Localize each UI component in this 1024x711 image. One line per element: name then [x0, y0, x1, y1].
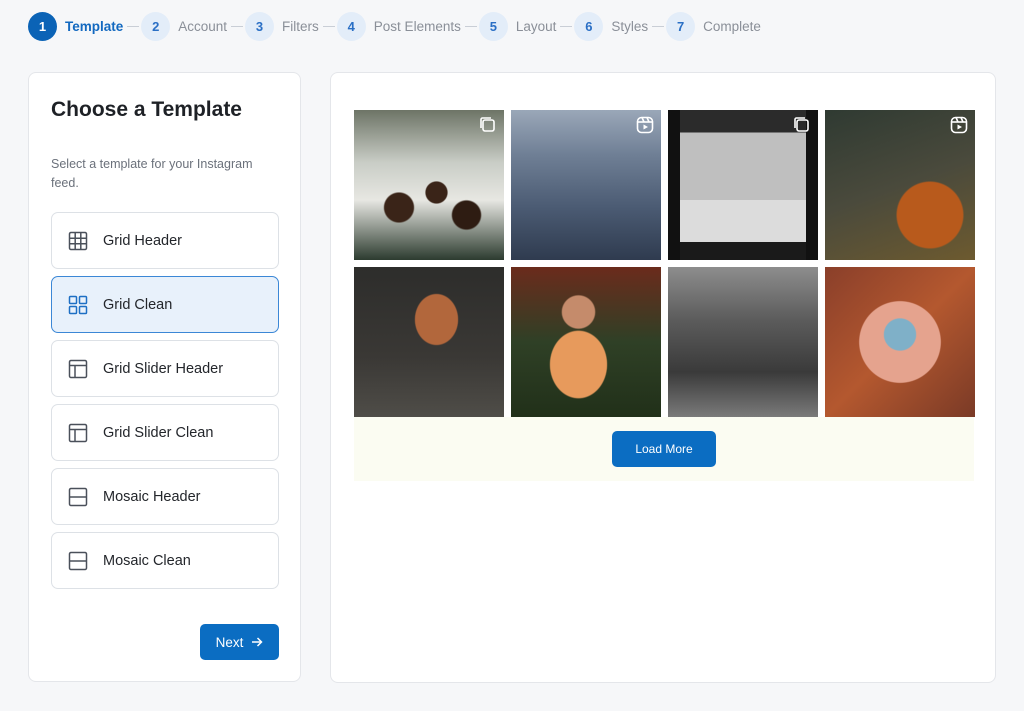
step-layout[interactable]: 5 Layout [478, 11, 557, 41]
layout-sidebar-icon [68, 423, 88, 443]
reels-icon [950, 116, 968, 134]
feed-preview-panel: Load More [330, 72, 996, 683]
template-option-label: Grid Clean [103, 296, 173, 313]
template-option-mosaic-clean[interactable]: Mosaic Clean [51, 532, 279, 589]
step-label: Complete [703, 18, 761, 34]
step-account[interactable]: 2 Account [141, 11, 228, 41]
feed-post-image[interactable] [825, 110, 975, 260]
template-option-grid-slider-header[interactable]: Grid Slider Header [51, 340, 279, 397]
template-option-label: Mosaic Clean [103, 552, 191, 569]
step-number: 3 [245, 11, 275, 41]
load-more-area: Load More [354, 417, 974, 481]
step-label: Layout [515, 18, 557, 34]
wizard-stepper: 1 Template 2 Account 3 Filters 4 Post El… [28, 11, 761, 41]
rows-icon [68, 487, 88, 507]
step-separator [652, 25, 665, 27]
step-number: 7 [666, 11, 696, 41]
feed-post-image[interactable] [511, 110, 661, 260]
layout-sidebar-icon [68, 359, 88, 379]
step-separator [560, 25, 573, 27]
step-complete[interactable]: 7 Complete [666, 11, 761, 41]
step-label: Account [178, 18, 228, 34]
instagram-feed-preview: Load More [354, 110, 975, 481]
template-panel: Choose a Template Select a template for … [28, 72, 301, 682]
template-option-label: Mosaic Header [103, 488, 201, 505]
feed-post-image[interactable] [825, 267, 975, 417]
carousel-icon [794, 117, 809, 132]
step-label: Post Elements [373, 18, 461, 34]
next-button-label: Next [215, 634, 244, 650]
step-separator [464, 25, 477, 27]
page-title: Choose a Template [51, 98, 242, 121]
step-number: 6 [574, 11, 604, 41]
load-more-button[interactable]: Load More [612, 431, 716, 467]
step-separator [231, 25, 244, 27]
feed-post-image[interactable] [354, 110, 504, 260]
carousel-icon [480, 117, 495, 132]
next-button[interactable]: Next [200, 624, 279, 660]
rows-icon [68, 551, 88, 571]
step-number: 1 [28, 11, 57, 41]
template-option-grid-clean[interactable]: Grid Clean [51, 276, 279, 333]
step-template[interactable]: 1 Template [28, 11, 124, 41]
feed-post-image[interactable] [511, 267, 661, 417]
step-styles[interactable]: 6 Styles [574, 11, 649, 41]
reels-icon [636, 116, 654, 134]
grid-9-icon [68, 231, 88, 251]
template-option-label: Grid Header [103, 232, 182, 249]
feed-post-image[interactable] [354, 267, 504, 417]
step-separator [127, 25, 140, 27]
step-separator [322, 25, 335, 27]
template-option-label: Grid Slider Clean [103, 424, 214, 441]
step-number: 4 [336, 11, 366, 41]
template-option-label: Grid Slider Header [103, 360, 224, 377]
feed-grid [354, 110, 975, 417]
step-number: 5 [478, 11, 508, 41]
feed-post-image[interactable] [668, 267, 818, 417]
feed-post-image[interactable] [668, 110, 818, 260]
template-list: Grid Header Grid Clean Grid Slider Heade… [51, 212, 279, 596]
step-number: 2 [141, 11, 171, 41]
grid-4-icon [68, 295, 88, 315]
template-option-grid-slider-clean[interactable]: Grid Slider Clean [51, 404, 279, 461]
step-filters[interactable]: 3 Filters [245, 11, 319, 41]
step-label: Styles [611, 18, 649, 34]
arrow-right-icon [252, 637, 263, 647]
template-option-mosaic-header[interactable]: Mosaic Header [51, 468, 279, 525]
step-label: Filters [282, 18, 319, 34]
step-label: Template [65, 18, 124, 34]
template-option-grid-header[interactable]: Grid Header [51, 212, 279, 269]
page-subtitle: Select a template for your Instagram fee… [51, 157, 253, 190]
step-post-elements[interactable]: 4 Post Elements [336, 11, 461, 41]
